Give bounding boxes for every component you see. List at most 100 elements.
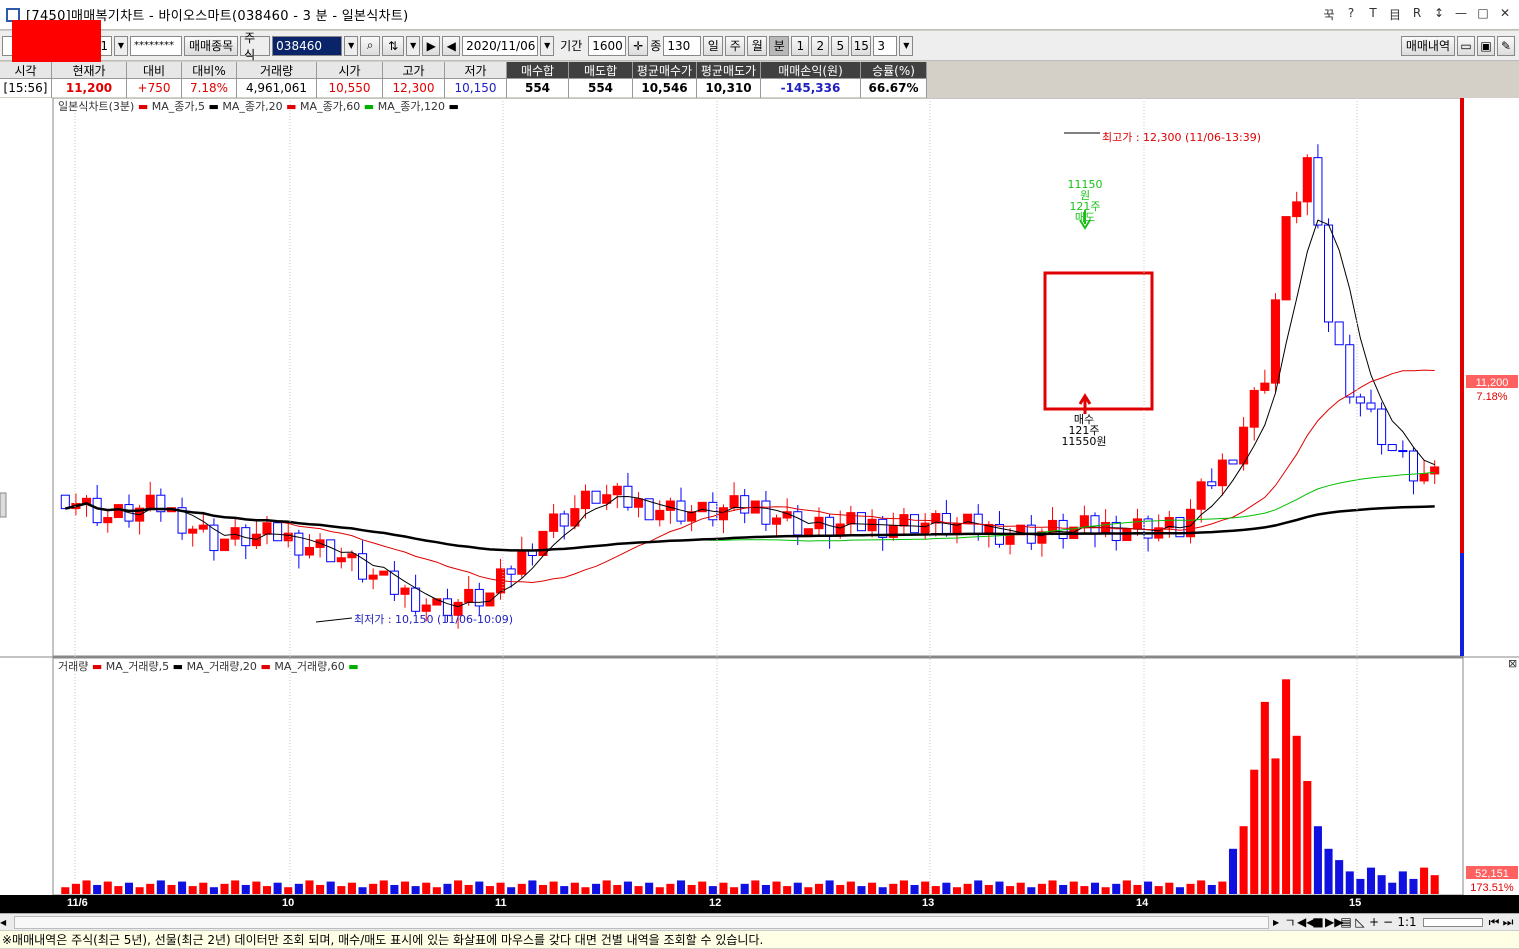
refresh-icon[interactable]: R xyxy=(1409,6,1425,23)
minute-2[interactable]: 2 xyxy=(811,35,830,56)
resize-icon[interactable]: ↕ xyxy=(1431,6,1447,23)
buy-marker[interactable]: 매수 121주 11550원 xyxy=(1060,414,1108,447)
search-icon[interactable]: ⌕ xyxy=(360,35,381,56)
candle-body xyxy=(336,557,346,563)
candle-body xyxy=(538,530,548,556)
scroll-left-icon[interactable]: ◀ xyxy=(0,918,10,927)
candle-body xyxy=(1249,389,1259,428)
forward-icon[interactable]: ▶▶ xyxy=(1325,915,1343,929)
candle-body xyxy=(198,524,208,530)
volume-bar xyxy=(1006,886,1015,894)
unit-minute[interactable]: 분 xyxy=(769,35,790,56)
summary-header: 현재가 xyxy=(52,62,126,79)
first-icon[interactable]: ⏮ xyxy=(1487,915,1501,930)
candle-body xyxy=(1302,157,1312,203)
rewind-icon[interactable]: ◀◀ xyxy=(1297,915,1315,929)
volume-bar xyxy=(135,887,144,894)
minute-dropdown-icon[interactable]: ▼ xyxy=(899,35,914,56)
crosshair-icon[interactable]: ✛ xyxy=(628,35,649,56)
summary-col: 평균매도가 10,310 xyxy=(697,62,761,98)
trade-items-button[interactable]: 매매종목 xyxy=(184,35,239,56)
volume-bar xyxy=(1048,880,1057,894)
volume-bar xyxy=(698,881,707,894)
chart-svg[interactable]: 11,200 7.18% 52,151 173.51% ⊠ xyxy=(0,98,1519,913)
stop-icon[interactable]: ■ xyxy=(1311,915,1325,929)
scroll-right-icon[interactable]: ▶ xyxy=(1273,918,1283,927)
sort-icon[interactable]: ⇅ xyxy=(382,35,405,56)
zoom-in-icon[interactable]: + xyxy=(1367,915,1381,929)
last-icon[interactable]: ⏭ xyxy=(1501,915,1515,930)
trade-history-button[interactable]: 매매내역 xyxy=(1400,35,1455,56)
volume-bar xyxy=(719,882,728,894)
count-input[interactable]: 130 xyxy=(663,35,702,56)
mode-icon[interactable]: ㄱ xyxy=(1283,914,1297,931)
minute-1[interactable]: 1 xyxy=(791,35,810,56)
volume-bar xyxy=(1303,781,1312,894)
volume-bar xyxy=(1239,826,1248,894)
left-handle[interactable] xyxy=(0,492,7,518)
unit-day[interactable]: 일 xyxy=(703,35,724,56)
minute-input[interactable]: 3 xyxy=(873,35,898,56)
print-icon[interactable]: ▤ xyxy=(1339,915,1353,929)
x-axis-label: 14 xyxy=(1136,897,1149,909)
maximize-button[interactable]: □ xyxy=(1475,6,1491,23)
volume-bar xyxy=(1186,883,1195,894)
candle-body xyxy=(251,533,261,547)
password-field[interactable]: ******** xyxy=(130,35,182,56)
candle-body xyxy=(1132,518,1142,530)
volume-bar xyxy=(687,884,696,894)
sort-dropdown-icon[interactable]: ▼ xyxy=(406,35,421,56)
volume-bar xyxy=(252,881,261,894)
account-dropdown-icon[interactable]: ▼ xyxy=(114,35,128,56)
candle-body xyxy=(740,495,750,514)
date-dropdown-icon[interactable]: ▼ xyxy=(540,35,555,56)
volume-bar xyxy=(666,883,675,894)
volume-bar xyxy=(1101,887,1110,894)
chart-area[interactable]: 11,200 7.18% 52,151 173.51% ⊠ 일본식차트(3분) … xyxy=(0,98,1519,913)
summary-value: 10,546 xyxy=(633,79,696,97)
buy-arrow-icon xyxy=(1078,393,1092,414)
save-icon[interactable]: ▣ xyxy=(1477,35,1495,56)
help-icon[interactable]: ? xyxy=(1343,6,1359,23)
pin-icon[interactable]: 꾹 xyxy=(1321,6,1337,23)
next-icon[interactable]: ▶ xyxy=(422,35,441,56)
volume-bar xyxy=(549,881,558,894)
open-icon[interactable]: ▭ xyxy=(1457,35,1475,56)
volume-bar xyxy=(1016,882,1025,894)
close-button[interactable]: ✕ xyxy=(1497,6,1513,23)
draw-icon[interactable]: ◺ xyxy=(1353,915,1367,929)
zoom-slider[interactable] xyxy=(1423,917,1483,927)
volume-bar xyxy=(156,880,165,894)
candle-body xyxy=(1281,216,1291,301)
sell-marker[interactable]: 11150원 121주 매도 xyxy=(1064,179,1106,223)
unit-week[interactable]: 주 xyxy=(725,35,746,56)
code-dropdown-icon[interactable]: ▼ xyxy=(344,35,359,56)
prev-icon[interactable]: ◀ xyxy=(442,35,461,56)
settings-icon[interactable]: ✎ xyxy=(1497,35,1515,56)
volume-bar xyxy=(358,887,367,894)
date-input[interactable]: 2020/11/06 xyxy=(462,35,539,56)
candle-body xyxy=(856,512,866,532)
volume-bar xyxy=(82,880,91,894)
candle-body xyxy=(1366,402,1376,410)
volume-bar xyxy=(1377,875,1386,894)
summary-col: 저가 10,150 xyxy=(445,62,507,98)
scroll-track[interactable] xyxy=(14,915,1269,929)
summary-value: -145,336 xyxy=(761,79,860,97)
volume-close-icon[interactable]: ⊠ xyxy=(1508,657,1517,670)
minute-15[interactable]: 15 xyxy=(851,35,872,56)
chart-scroll-bar[interactable]: ◀ ▶ ㄱ ◀◀ ■ ▶▶ ▤ ◺ + − 1:1 ⏮ ⏭ xyxy=(0,913,1519,930)
zoom-out-icon[interactable]: − xyxy=(1381,915,1395,929)
minimize-button[interactable]: — xyxy=(1453,6,1469,23)
volume-bar xyxy=(1197,880,1206,894)
code-input[interactable]: 038460 xyxy=(272,35,343,56)
summary-value: +750 xyxy=(127,79,181,97)
layout-icon[interactable]: 目 xyxy=(1387,6,1403,23)
volume-bar xyxy=(1027,887,1036,894)
unit-month[interactable]: 월 xyxy=(747,35,768,56)
candle-body xyxy=(549,513,559,532)
font-icon[interactable]: T xyxy=(1365,6,1381,23)
volume-bar xyxy=(273,882,282,894)
period-input[interactable]: 1600 xyxy=(588,35,627,56)
minute-5[interactable]: 5 xyxy=(831,35,850,56)
